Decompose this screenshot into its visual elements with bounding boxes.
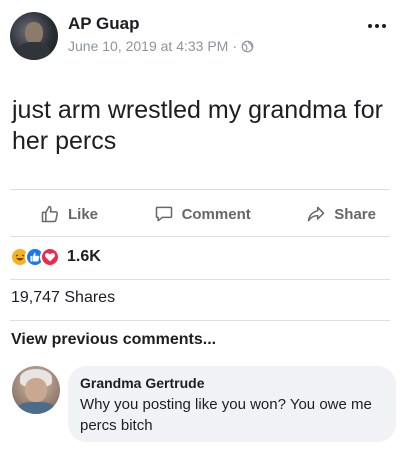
avatar-face (25, 22, 43, 44)
author-avatar[interactable] (10, 12, 58, 60)
divider (10, 236, 390, 237)
like-label: Like (68, 205, 99, 223)
reaction-count: 1.6K (67, 248, 101, 265)
post-text: just arm wrestled my grandma for her per… (12, 96, 383, 155)
love-icon (40, 247, 60, 267)
shares-count[interactable]: 19,747 Shares (11, 289, 115, 307)
comment-bubble: Grandma Gertrude Why you posting like yo… (68, 366, 396, 442)
divider (10, 320, 390, 321)
post-meta: June 10, 2019 at 4:33 PM · (68, 38, 254, 54)
more-dots-icon[interactable] (368, 24, 390, 32)
thumbs-up-icon (41, 205, 58, 223)
globe-icon (241, 40, 254, 52)
avatar-face (25, 378, 47, 402)
comment-icon (155, 206, 172, 222)
share-button[interactable]: Share (306, 204, 376, 224)
post-timestamp[interactable]: June 10, 2019 at 4:33 PM (68, 38, 228, 54)
post-header: AP Guap June 10, 2019 at 4:33 PM · (10, 10, 390, 62)
comment-text: Why you posting like you won? You owe me… (80, 396, 372, 434)
action-bar: Like Comment Share (10, 196, 390, 232)
comment-label: Comment (181, 205, 251, 223)
reactions-summary[interactable]: 1.6K (10, 245, 101, 269)
avatar-body (18, 42, 50, 60)
share-icon (308, 206, 325, 222)
comment-button[interactable]: Comment (154, 204, 251, 224)
author-name[interactable]: AP Guap (68, 14, 139, 34)
divider (10, 189, 390, 190)
like-button[interactable]: Like (40, 204, 98, 224)
share-label: Share (334, 205, 376, 223)
view-previous-comments-link[interactable]: View previous comments... (11, 331, 216, 349)
meta-separator: · (232, 38, 238, 54)
commenter-avatar[interactable] (12, 366, 60, 414)
divider (10, 279, 390, 280)
avatar-collar (18, 402, 54, 414)
comment-author[interactable]: Grandma Gertrude (80, 374, 384, 392)
